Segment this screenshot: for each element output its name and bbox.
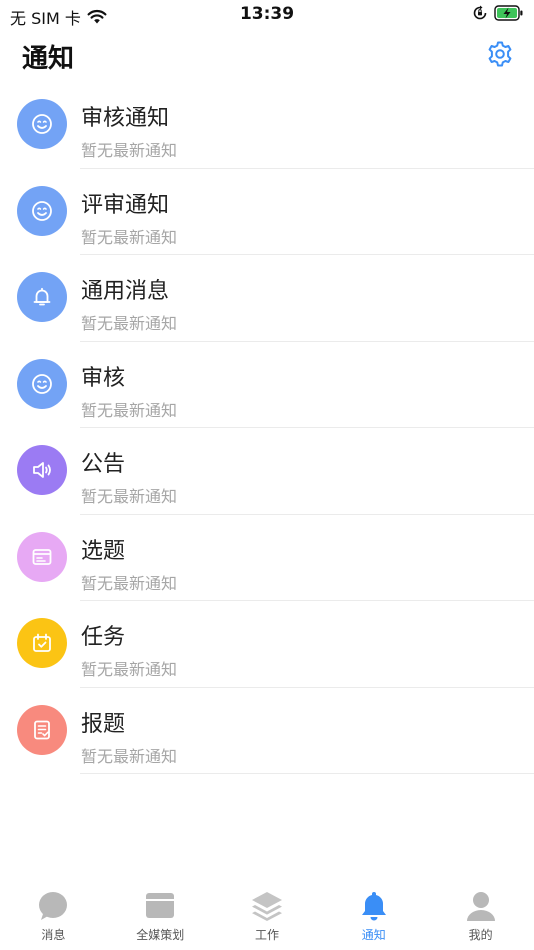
status-right-group [472, 5, 524, 21]
divider [80, 773, 534, 774]
notification-title: 评审通知 [81, 192, 170, 218]
tab-label: 全媒策划 [136, 928, 185, 942]
smile-icon [32, 114, 52, 134]
notification-subtitle: 暂无最新通知 [81, 400, 178, 420]
tab-label: 通知 [361, 928, 386, 942]
avatar [17, 445, 67, 495]
tab-work[interactable]: 工作 [214, 890, 321, 950]
notification-item-review[interactable]: 评审通知 暂无最新通知 [0, 169, 534, 255]
orientation-lock-icon [473, 5, 487, 20]
notification-item-audit-short[interactable]: 审核 暂无最新通知 [0, 342, 534, 428]
layers-icon [251, 892, 282, 921]
bell-icon [33, 287, 51, 306]
avatar [17, 618, 67, 668]
checklist-icon [34, 720, 50, 739]
notification-title: 审核 [81, 365, 126, 391]
status-time: 13:39 [239, 4, 295, 24]
tab-bar: 消息 全媒策划 工作 通知 我的 [0, 890, 534, 950]
notification-title: 公告 [81, 452, 126, 477]
notifications-screen: 无 SIM 卡 13:39 通知 审核通知 暂无最新通知 评审通知 暂无最新通知… [0, 0, 534, 950]
smile-icon [32, 373, 52, 394]
notification-item-task[interactable]: 任务 暂无最新通知 [0, 601, 534, 688]
avatar [17, 358, 67, 409]
tab-notifications[interactable]: 通知 [320, 890, 427, 950]
bell-icon [361, 892, 386, 921]
tab-label: 消息 [41, 928, 66, 942]
notification-item-report[interactable]: 报题 暂无最新通知 [0, 688, 534, 774]
tab-media-planning[interactable]: 全媒策划 [107, 890, 214, 950]
notification-title: 通用消息 [81, 279, 170, 304]
avatar [17, 272, 67, 322]
status-bar: 无 SIM 卡 13:39 [0, 0, 534, 30]
notification-item-general[interactable]: 通用消息 暂无最新通知 [0, 255, 534, 342]
smile-icon [32, 200, 52, 221]
notification-item-topic[interactable]: 选题 暂无最新通知 [0, 515, 534, 601]
header: 通知 [0, 30, 534, 80]
notification-list: 审核通知 暂无最新通知 评审通知 暂无最新通知 通用消息 暂无最新通知 审核 暂… [0, 82, 534, 774]
page-title: 通知 [22, 44, 75, 74]
battery-charging-icon [494, 5, 523, 21]
tab-messages[interactable]: 消息 [0, 890, 107, 950]
card-icon [32, 548, 52, 565]
chat-bubble-icon [39, 892, 68, 920]
notification-title: 选题 [81, 538, 126, 564]
calendar-check-icon [33, 633, 51, 652]
avatar [17, 185, 67, 236]
notification-title: 审核通知 [81, 106, 170, 131]
notification-subtitle: 暂无最新通知 [81, 487, 178, 506]
settings-button[interactable] [486, 40, 514, 68]
notification-subtitle: 暂无最新通知 [81, 660, 178, 679]
notification-item-announcement[interactable]: 公告 暂无最新通知 [0, 428, 534, 515]
avatar [17, 99, 67, 149]
speaker-icon [33, 462, 51, 478]
avatar [17, 531, 67, 582]
tab-label: 工作 [254, 928, 279, 942]
person-icon [466, 892, 495, 921]
notification-subtitle: 暂无最新通知 [81, 573, 178, 593]
notification-subtitle: 暂无最新通知 [81, 746, 178, 766]
notification-title: 任务 [81, 625, 126, 650]
notification-subtitle: 暂无最新通知 [81, 227, 178, 247]
tab-profile[interactable]: 我的 [427, 890, 534, 950]
gear-icon [488, 41, 512, 67]
notification-title: 报题 [81, 711, 126, 737]
notification-subtitle: 暂无最新通知 [81, 141, 178, 160]
notification-subtitle: 暂无最新通知 [81, 314, 178, 333]
notification-item-audit[interactable]: 审核通知 暂无最新通知 [0, 82, 534, 169]
calendar-icon [146, 893, 175, 918]
avatar [17, 704, 67, 755]
tab-label: 我的 [468, 928, 493, 942]
